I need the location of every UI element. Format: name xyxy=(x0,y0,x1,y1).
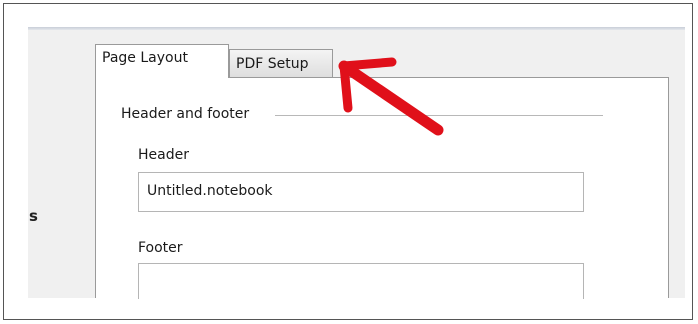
tab-pdf-setup[interactable]: PDF Setup xyxy=(229,49,333,77)
side-label: s xyxy=(29,207,38,225)
footer-field-label: Footer xyxy=(138,240,183,256)
header-input[interactable]: Untitled.notebook xyxy=(138,172,584,212)
header-field-label: Header xyxy=(138,147,189,163)
dialog-top-edge xyxy=(28,27,685,30)
arrow-icon xyxy=(338,57,444,136)
group-label-header-footer: Header and footer xyxy=(121,106,252,122)
footer-input[interactable] xyxy=(138,263,584,299)
tab-page-layout[interactable]: Page Layout xyxy=(95,44,229,78)
